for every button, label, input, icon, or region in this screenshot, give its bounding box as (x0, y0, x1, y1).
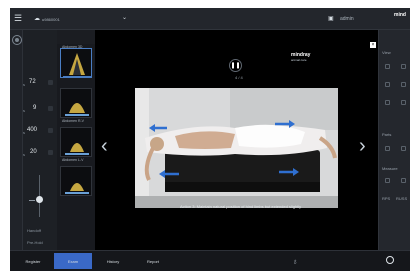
pause-button[interactable]: ❚❚ (229, 59, 242, 72)
param-label: s (23, 82, 25, 87)
thumbnail-strip: Abdomen 3D Abdomen R-V Abdomen L-V (57, 44, 95, 250)
view-tool-icon[interactable] (385, 82, 390, 87)
view-tool-icon[interactable] (401, 64, 406, 69)
gain-slider-tick (29, 200, 35, 201)
tab-report[interactable]: Report (134, 253, 172, 269)
mindray-sub-text: animal care (291, 58, 307, 62)
dropdown-icon[interactable]: ⌄ (122, 14, 127, 22)
tab-register[interactable]: Register (14, 253, 52, 269)
param-adjust-button[interactable] (48, 128, 53, 133)
close-icon[interactable]: × (370, 42, 376, 48)
parts-title: Parts (382, 132, 392, 137)
parameter-panel: s 72 s 9 s 400 s 20 Handoff Pre-Hold (23, 30, 57, 250)
thumbnail-label: Abdomen R-V (62, 119, 84, 123)
cloud-icon[interactable]: ☁ (34, 15, 40, 23)
brand-text: mind (394, 12, 406, 18)
microphone-icon[interactable]: ♁ (292, 257, 298, 266)
pre-hold-label[interactable]: Pre-Hold (27, 240, 43, 245)
rps-label[interactable]: RPS (382, 196, 390, 201)
measure-icon[interactable] (401, 178, 406, 183)
thumbnail-chart-icon (65, 103, 89, 116)
bottom-bar: Register Exam History Report ♁ (10, 250, 410, 271)
param-adjust-button[interactable] (48, 106, 53, 111)
russ-label[interactable]: RUSS (396, 196, 407, 201)
thumbnail-2[interactable] (60, 88, 92, 118)
main-viewer: ❚❚ 4 / 4 mindray animal care × ‹ › Actio… (95, 30, 378, 250)
param-label: s (23, 130, 25, 135)
top-bar: ☰ ☁ u9860001 ⌄ ▣ admin mind (10, 8, 410, 30)
mode-dial-icon (15, 38, 19, 42)
thumbnail-4[interactable] (60, 166, 92, 196)
username[interactable]: admin (340, 16, 354, 22)
parts-icon[interactable] (385, 146, 390, 151)
param-label: s (23, 108, 25, 113)
gain-slider-handle[interactable] (36, 196, 43, 203)
slide-counter: 4 / 4 (235, 75, 243, 80)
tab-history[interactable]: History (94, 253, 132, 269)
left-strip (10, 30, 23, 250)
instruction-caption: Action 3: Maintain natural position of h… (180, 204, 302, 209)
param-value-1: 72 (29, 79, 36, 85)
menu-icon[interactable]: ☰ (14, 14, 22, 23)
measure-icon[interactable] (385, 178, 390, 183)
view-title: View (382, 50, 391, 55)
parts-icon[interactable] (401, 146, 406, 151)
handoff-label[interactable]: Handoff (27, 228, 41, 233)
view-tool-icon[interactable] (385, 64, 390, 69)
brand-logo: mind (394, 11, 406, 19)
next-arrow-icon[interactable]: › (359, 135, 369, 157)
view-tool-icon[interactable] (401, 82, 406, 87)
thumbnail-label: Abdomen 3D (62, 45, 83, 49)
view-tool-icon[interactable] (401, 100, 406, 105)
player-brand: mindray animal care (291, 52, 310, 62)
thumbnail-chart-icon (63, 53, 91, 77)
prev-arrow-icon[interactable]: ‹ (101, 135, 111, 157)
param-value-4: 20 (30, 149, 37, 155)
power-icon[interactable] (386, 256, 394, 264)
thumbnail-1[interactable] (60, 48, 92, 78)
ultrasound-screen: ☰ ☁ u9860001 ⌄ ▣ admin mind s 72 s 9 s 4… (10, 8, 410, 271)
param-adjust-button[interactable] (48, 150, 53, 155)
user-card-icon[interactable]: ▣ (328, 15, 334, 23)
thumbnail-3[interactable] (60, 127, 92, 157)
right-panel: View Parts Measure RPS RUSS (378, 30, 410, 250)
measure-title: Measure (382, 166, 398, 171)
thumbnail-label: Abdomen L-V (62, 158, 84, 162)
param-value-2: 9 (33, 105, 37, 111)
param-adjust-button[interactable] (48, 80, 53, 85)
status-text: u9860001 (42, 17, 60, 22)
tab-exam[interactable]: Exam (54, 253, 92, 269)
video-scene-image (135, 88, 338, 208)
thumbnail-chart-icon (65, 143, 89, 155)
param-label: s (23, 152, 25, 157)
instruction-video-frame (135, 88, 338, 208)
thumbnail-chart-icon (65, 183, 89, 194)
param-value-3: 400 (27, 127, 38, 133)
view-tool-icon[interactable] (385, 100, 390, 105)
